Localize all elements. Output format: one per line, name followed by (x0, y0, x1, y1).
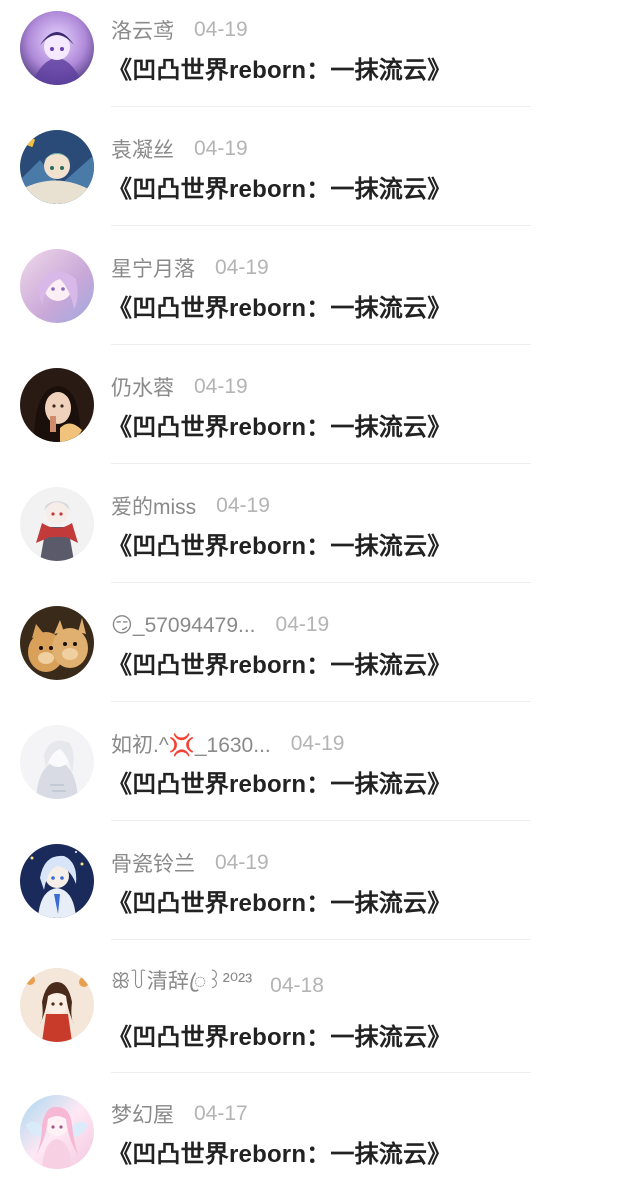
divider (111, 106, 531, 107)
divider (111, 225, 531, 226)
avatar[interactable] (20, 487, 94, 561)
post-title[interactable]: 《凹凸世界reborn：一抹流云》 (108, 883, 451, 918)
avatar[interactable] (20, 1095, 94, 1169)
item-meta: 如初.^💢_1630... 04-19 (111, 729, 344, 759)
post-title[interactable]: 《凹凸世界reborn：一抹流云》 (108, 1017, 451, 1052)
post-title[interactable]: 《凹凸世界reborn：一抹流云》 (108, 50, 451, 85)
timestamp: 04-19 (194, 18, 248, 41)
avatar[interactable] (20, 606, 94, 680)
user-name[interactable]: 如初.^💢_1630... (111, 729, 271, 759)
fairy-girl-pink-avatar-icon (20, 1095, 94, 1169)
photo-girl-avatar-icon (20, 368, 94, 442)
list-item[interactable]: 爱的miss 04-19 《凹凸世界reborn：一抹流云》 (0, 476, 640, 583)
avatar[interactable] (20, 249, 94, 323)
cats-photo-avatar-icon (20, 606, 94, 680)
timestamp: 04-18 (270, 974, 324, 997)
timestamp: 04-19 (194, 137, 248, 160)
list-item[interactable]: 😏_57094479... 04-19 《凹凸世界reborn：一抹流云》 (0, 595, 640, 702)
chibi-girl-red-dress-avatar-icon (20, 968, 94, 1042)
list-item[interactable]: 洛云鸢 04-19 《凹凸世界reborn：一抹流云》 (0, 0, 640, 107)
divider (111, 820, 531, 821)
divider (111, 463, 531, 464)
post-title[interactable]: 《凹凸世界reborn：一抹流云》 (108, 169, 451, 204)
avatar[interactable] (20, 725, 94, 799)
anime-girl-purple-avatar-icon (20, 11, 94, 85)
divider (111, 344, 531, 345)
avatar[interactable] (20, 130, 94, 204)
post-title[interactable]: 《凹凸世界reborn：一抹流云》 (108, 764, 451, 799)
timestamp: 04-19 (216, 494, 270, 517)
item-meta: 梦幻屋 04-17 (111, 1099, 248, 1129)
timestamp: 04-19 (194, 375, 248, 398)
avatar[interactable] (20, 11, 94, 85)
post-title[interactable]: 《凹凸世界reborn：一抹流云》 (108, 407, 451, 442)
divider (111, 582, 531, 583)
user-name[interactable]: 仍水蓉 (111, 372, 174, 402)
item-meta: 仍水蓉 04-19 (111, 372, 248, 402)
anime-boy-green-avatar-icon (20, 130, 94, 204)
list-item[interactable]: 梦幻屋 04-17 《凹凸世界reborn：一抹流云》 (0, 1084, 640, 1184)
avatar[interactable] (20, 844, 94, 918)
item-meta: 😏_57094479... 04-19 (111, 610, 329, 640)
item-meta: 袁凝丝 04-19 (111, 134, 248, 164)
list-item[interactable]: 骨瓷铃兰 04-19 《凹凸世界reborn：一抹流云》 (0, 833, 640, 940)
list-item[interactable]: 如初.^💢_1630... 04-19 《凹凸世界reborn：一抹流云》 (0, 714, 640, 821)
item-meta: 星宁月落 04-19 (111, 253, 269, 283)
user-name[interactable]: 骨瓷铃兰 (111, 848, 195, 878)
post-title[interactable]: 《凹凸世界reborn：一抹流云》 (108, 645, 451, 680)
divider (111, 1072, 531, 1073)
list-item[interactable]: ꕥ꒦清辞ꦿ꒱²⁰²³ 04-18 《凹凸世界reborn：一抹流云》 (0, 952, 640, 1073)
post-title[interactable]: 《凹凸世界reborn：一抹流云》 (108, 288, 451, 323)
user-name[interactable]: 袁凝丝 (111, 134, 174, 164)
anime-blue-hair-avatar-icon (20, 844, 94, 918)
user-name[interactable]: 爱的miss (111, 491, 196, 521)
white-sketch-girl-avatar-icon (20, 725, 94, 799)
avatar[interactable] (20, 968, 94, 1042)
divider (111, 701, 531, 702)
item-meta: 洛云鸢 04-19 (111, 15, 248, 45)
timestamp: 04-19 (215, 851, 269, 874)
divider (111, 939, 531, 940)
timestamp: 04-19 (275, 613, 330, 636)
list-item[interactable]: 袁凝丝 04-19 《凹凸世界reborn：一抹流云》 (0, 119, 640, 226)
list-item[interactable]: 仍水蓉 04-19 《凹凸世界reborn：一抹流云》 (0, 357, 640, 464)
user-name[interactable]: 洛云鸢 (111, 15, 174, 45)
anime-girl-pastel-avatar-icon (20, 249, 94, 323)
user-name[interactable]: 星宁月落 (111, 253, 195, 283)
list-item[interactable]: 星宁月落 04-19 《凹凸世界reborn：一抹流云》 (0, 238, 640, 345)
avatar[interactable] (20, 368, 94, 442)
timestamp: 04-19 (290, 732, 345, 755)
user-name[interactable]: ꕥ꒦清辞ꦿ꒱²⁰²³ (111, 965, 252, 1008)
post-title[interactable]: 《凹凸世界reborn：一抹流云》 (108, 1134, 451, 1169)
item-meta: 爱的miss 04-19 (111, 491, 270, 521)
timestamp: 04-17 (194, 1102, 248, 1125)
timestamp: 04-19 (215, 256, 269, 279)
item-meta: ꕥ꒦清辞ꦿ꒱²⁰²³ 04-18 (111, 970, 324, 1001)
user-name[interactable]: 😏_57094479... (111, 613, 256, 638)
anime-character-red-scarf-avatar-icon (20, 487, 94, 561)
item-meta: 骨瓷铃兰 04-19 (111, 848, 269, 878)
post-title[interactable]: 《凹凸世界reborn：一抹流云》 (108, 526, 451, 561)
user-name[interactable]: 梦幻屋 (111, 1099, 174, 1129)
